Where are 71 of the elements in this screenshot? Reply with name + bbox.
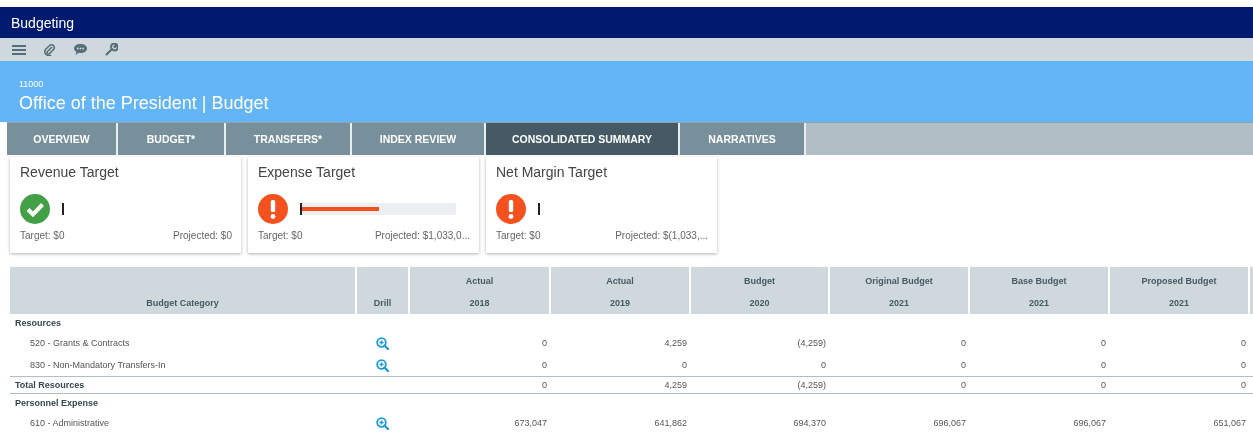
- category-label: 610 - Administrative: [30, 418, 110, 428]
- header-label: Base Budget: [1011, 276, 1067, 286]
- amount: 0: [1101, 380, 1106, 390]
- amount: 0: [961, 380, 966, 390]
- amount: 0: [1241, 338, 1246, 348]
- amount: 651,067: [1213, 418, 1246, 428]
- tab[interactable]: CONSOLIDATED SUMMARY: [486, 123, 680, 155]
- header-label: 2019: [610, 298, 630, 308]
- tab[interactable]: INDEX REVIEW: [352, 123, 486, 155]
- amount: 0: [961, 338, 966, 348]
- amount: 641,862: [654, 418, 687, 428]
- amount: (4,259): [797, 380, 826, 390]
- category-label: 520 - Grants & Contracts: [30, 338, 130, 348]
- zoom-in-icon[interactable]: [376, 416, 389, 430]
- header-label: 2021: [1029, 298, 1049, 308]
- amount: 696,067: [1073, 418, 1106, 428]
- tab[interactable]: TRANSFERS*: [226, 123, 352, 155]
- amount: 696,067: [933, 418, 966, 428]
- amount: (4,259): [797, 338, 826, 348]
- amount: 694,370: [793, 418, 826, 428]
- header-label: Budget Category: [146, 298, 219, 308]
- tab[interactable]: NARRATIVES: [680, 123, 806, 155]
- menu-icon[interactable]: [12, 43, 26, 56]
- category-label: 830 - Non-Mandatory Transfers-In: [30, 360, 166, 370]
- zoom-in-icon[interactable]: [376, 336, 389, 350]
- projected-label: Projected: $(1,033,...: [615, 230, 708, 241]
- header-label: Proposed Budget: [1141, 276, 1217, 286]
- amount: 0: [542, 380, 547, 390]
- category-label: Total Resources: [15, 380, 85, 390]
- page-title: Office of the President | Budget: [19, 93, 270, 114]
- target-label: Target: $0: [20, 230, 65, 241]
- header-label: Drill: [373, 298, 392, 308]
- amount: 0: [1241, 380, 1246, 390]
- header-label: 2021: [1169, 298, 1189, 308]
- zoom-in-icon[interactable]: [376, 358, 389, 372]
- amount: 0: [542, 338, 547, 348]
- header-label: Actual: [606, 276, 634, 286]
- amount: 673,047: [514, 418, 547, 428]
- amount: 0: [1101, 338, 1106, 348]
- paperclip-icon[interactable]: [43, 43, 56, 56]
- header-label: 2018: [469, 298, 490, 308]
- group-label: Personnel Expense: [15, 398, 99, 408]
- target-label: Target: $0: [496, 230, 541, 241]
- projected-label: Projected: $0: [173, 230, 232, 241]
- amount: 0: [542, 360, 547, 370]
- projected-label: Projected: $1,033,0...: [374, 230, 470, 241]
- card-title: Net Margin Target: [496, 164, 608, 180]
- amount: 4,259: [664, 380, 687, 390]
- card-title: Expense Target: [258, 164, 357, 180]
- amount: 0: [821, 360, 826, 370]
- tab[interactable]: BUDGET*: [118, 123, 226, 155]
- window-title: Budgeting: [11, 14, 75, 31]
- header-label: Actual: [465, 276, 494, 286]
- header-label: Original Budget: [865, 276, 933, 286]
- amount: 0: [961, 360, 966, 370]
- speech-bubble-icon[interactable]: [73, 43, 88, 56]
- target-marker: [62, 203, 64, 215]
- target-label: Target: $0: [258, 230, 303, 241]
- amount: 0: [682, 360, 687, 370]
- record-code: 11000: [19, 79, 45, 89]
- card-title: Revenue Target: [20, 164, 120, 180]
- target-marker: [538, 203, 540, 215]
- header-label: Budget: [744, 276, 775, 286]
- amount: 4,259: [664, 338, 687, 348]
- amount: 0: [1241, 360, 1246, 370]
- header-label: 2021: [889, 298, 909, 308]
- header-label: 2020: [749, 298, 770, 308]
- amount: 0: [1101, 360, 1106, 370]
- wrench-icon[interactable]: [105, 43, 118, 56]
- tab[interactable]: OVERVIEW: [7, 123, 118, 155]
- group-label: Resources: [15, 318, 62, 328]
